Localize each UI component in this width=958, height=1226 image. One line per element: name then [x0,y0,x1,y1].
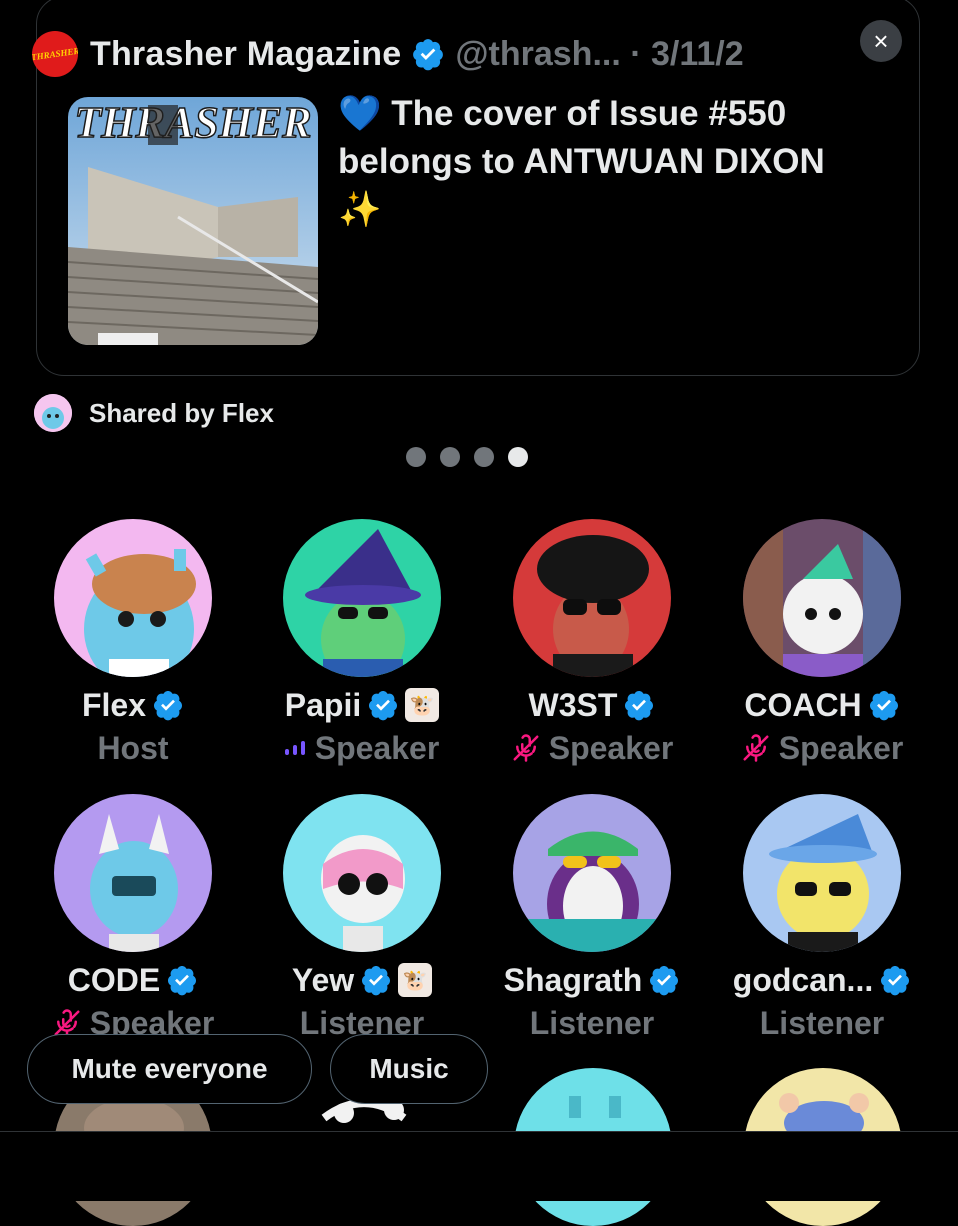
post-text-line: ✨ [338,190,382,229]
participant-role: Speaker [548,729,674,766]
participant-name: godcan... [732,961,874,998]
avatar [54,794,212,952]
logo-text: THRASHER [32,45,78,63]
magazine-cover-illustration: THRASHER [68,97,318,345]
carousel-indicator [406,447,528,467]
participant-w3st[interactable]: W3ST Speaker [477,519,707,769]
post-author[interactable]: Thrasher Magazine [90,35,401,74]
participant-code[interactable]: CODE Speaker [18,794,248,1044]
carousel-dot[interactable] [406,447,426,467]
music-button[interactable]: Music [330,1034,488,1104]
avatar [283,519,441,677]
verified-badge-icon [881,966,910,996]
verified-badge-icon [869,691,898,721]
sharer-avatar [34,394,72,432]
mic-off-icon [513,734,539,762]
carousel-dot[interactable] [440,447,460,467]
post-text: 💙 The cover of Issue #550 belongs to ANT… [338,90,898,234]
participant-flex[interactable]: Flex Host [18,519,248,769]
participant-name: Yew [291,961,355,998]
participant-name: W3ST [528,686,618,723]
participant-godcan[interactable]: godcan... Listener [707,794,937,1044]
close-icon[interactable]: × [860,20,902,62]
mute-everyone-button[interactable]: Mute everyone [27,1034,312,1104]
post-handle-date[interactable]: @thrash... · 3/11/2 [455,35,743,74]
participant-yew[interactable]: Yew 🐮 Listener [247,794,477,1044]
participant-role: Speaker [778,729,904,766]
shared-by-row[interactable]: Shared by Flex [34,393,274,433]
participant-name: COACH [744,686,862,723]
post-text-line: belongs to ANTWUAN DIXON [338,142,825,181]
verified-badge-icon [168,966,197,996]
verified-badge-icon [625,691,654,721]
participant-role: Host [97,729,169,766]
post-text-line: 💙 The cover of Issue #550 [338,94,787,133]
participant-shagrath[interactable]: Shagrath Listener [477,794,707,1044]
participant-papii[interactable]: Papii 🐮 Speaker [247,519,477,769]
affiliate-badge-icon: 🐮 [405,688,440,722]
speaking-indicator-icon [284,741,305,755]
participant-role: Speaker [314,729,440,766]
verified-badge-icon [650,966,679,996]
verified-badge-icon [362,966,391,996]
participant-role: Listener [529,1004,655,1041]
participant-role: Listener [759,1004,885,1041]
avatar [743,519,901,677]
participant-name: Flex [81,686,147,723]
participant-name: Shagrath [503,961,643,998]
mic-off-icon [743,734,769,762]
avatar [54,519,212,677]
avatar [513,794,671,952]
participant-name: CODE [67,961,161,998]
avatar [513,519,671,677]
avatar [743,794,901,952]
shared-by-label: Shared by Flex [89,397,274,428]
thrasher-logo-avatar[interactable]: THRASHER [32,31,78,77]
carousel-dot-active[interactable] [508,447,528,467]
carousel-dot[interactable] [474,447,494,467]
avatar [283,794,441,952]
post-header: THRASHER Thrasher Magazine @thrash... · … [32,31,744,77]
verified-badge-icon [413,39,444,71]
affiliate-badge-icon: 🐮 [398,963,433,997]
verified-badge-icon [154,691,183,721]
svg-text:THRASHER: THRASHER [74,98,311,147]
participant-coach[interactable]: COACH Speaker [707,519,937,769]
participant-name: Papii [284,686,362,723]
post-thumbnail-image[interactable]: THRASHER [68,97,318,345]
bottom-bar [0,1131,958,1201]
verified-badge-icon [369,691,398,721]
